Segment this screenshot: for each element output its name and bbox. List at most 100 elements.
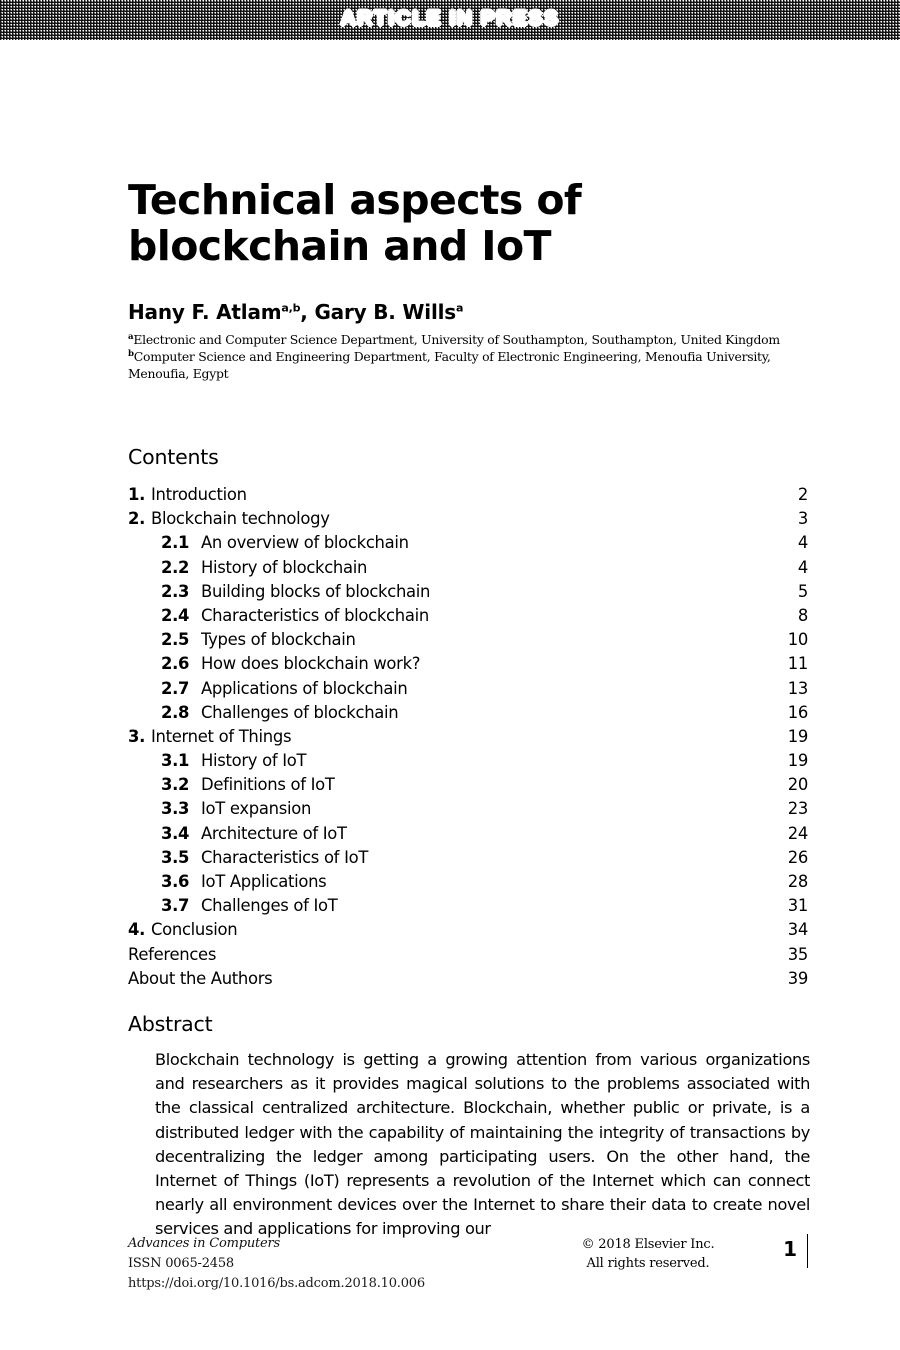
toc-entry[interactable]: 3.6 IoT Applications 28 (128, 872, 808, 896)
rights-line: All rights reserved. (586, 1255, 710, 1271)
author-affiliation-marker-2: a (455, 301, 464, 315)
toc-entry-page: 24 (787, 823, 809, 843)
page-title: Technical aspects of blockchain and IoT (128, 176, 582, 270)
toc-entry-number: 2.7 (161, 678, 190, 698)
toc-entry-page: 13 (787, 678, 809, 698)
affiliation-a: aElectronic and Computer Science Departm… (128, 332, 810, 349)
abstract-heading: Abstract (128, 1012, 213, 1036)
toc-entry-label: Architecture of IoT (201, 823, 347, 843)
toc-entry[interactable]: References 35 (128, 945, 808, 969)
affiliation-text-b: Computer Science and Engineering Departm… (128, 348, 771, 381)
toc-entry[interactable]: 2.5 Types of blockchain 10 (128, 630, 808, 654)
toc-entry-number: 2.8 (161, 702, 190, 722)
toc-entry-number: 2.6 (161, 654, 190, 674)
toc-entry-page: 16 (787, 702, 809, 722)
toc-entry-number: 2.4 (161, 605, 190, 625)
author-line: Hany F. Atlama,b, Gary B. Willsa (128, 300, 808, 324)
toc-entry[interactable]: 2.2 History of blockchain 4 (128, 558, 808, 582)
toc-entry-label: How does blockchain work? (201, 654, 421, 674)
toc-entry[interactable]: 2.1 An overview of blockchain 4 (128, 533, 808, 557)
toc-entry-number: 3.3 (161, 799, 190, 819)
toc-entry[interactable]: 3.7 Challenges of IoT 31 (128, 896, 808, 920)
toc-entry-label: IoT expansion (201, 799, 312, 819)
article-in-press-banner: ARTICLE IN PRESS (0, 0, 900, 40)
toc-entry-page: 4 (797, 557, 808, 577)
toc-entry-label: Definitions of IoT (201, 775, 335, 795)
toc-entry[interactable]: 3.5 Characteristics of IoT 26 (128, 848, 808, 872)
toc-entry[interactable]: 3. Internet of Things 19 (128, 727, 808, 751)
toc-entry[interactable]: 2.8 Challenges of blockchain 16 (128, 703, 808, 727)
affiliation-text-a: Electronic and Computer Science Departme… (133, 332, 780, 347)
toc-entry-number: 3.4 (161, 823, 190, 843)
toc-entry-label: Conclusion (151, 920, 238, 940)
toc-entry-number: 2. (128, 509, 146, 529)
toc-entry-number: 2.3 (161, 581, 190, 601)
toc-entry[interactable]: 3.2 Definitions of IoT 20 (128, 775, 808, 799)
footer-publication-info: Advances in Computers ISSN 0065-2458 htt… (128, 1234, 425, 1293)
toc-entry-page: 8 (797, 605, 808, 625)
toc-entry-page: 34 (787, 920, 809, 940)
article-in-press-label: ARTICLE IN PRESS (340, 7, 560, 30)
toc-entry-label: Challenges of blockchain (201, 702, 399, 722)
copyright-line: © 2018 Elsevier Inc. (581, 1237, 715, 1252)
toc-entry-number: 1. (128, 485, 146, 504)
toc-entry[interactable]: 2.6 How does blockchain work? 11 (128, 654, 808, 678)
toc-entry[interactable]: About the Authors 39 (128, 969, 808, 993)
toc-entry-page: 39 (787, 968, 809, 988)
toc-entry-page: 10 (787, 630, 809, 650)
toc-entry-label: An overview of blockchain (201, 533, 409, 553)
toc-entry-number: 3.1 (161, 751, 190, 771)
author-name-2: Gary B. Wills (314, 300, 456, 324)
toc-entry-page: 28 (787, 872, 809, 891)
toc-entry-page: 31 (787, 896, 809, 916)
author-separator: , (300, 300, 315, 324)
issn-label: ISSN 0065-2458 (128, 1255, 234, 1271)
toc-entry[interactable]: 3.3 IoT expansion 23 (128, 799, 808, 823)
toc-entry-label: Types of blockchain (201, 630, 356, 650)
toc-entry-label: Characteristics of blockchain (201, 605, 429, 625)
toc-entry-number: 2.1 (161, 533, 190, 553)
toc-entry-number: 3.7 (161, 896, 190, 916)
author-affiliation-marker-1: a,b (281, 301, 301, 315)
toc-entry-label: IoT Applications (201, 872, 327, 891)
toc-entry[interactable]: 2. Blockchain technology 3 (128, 509, 808, 533)
toc-entry-page: 2 (797, 485, 808, 504)
toc-entry[interactable]: 2.7 Applications of blockchain 13 (128, 679, 808, 703)
toc-entry-page: 23 (787, 799, 809, 819)
toc-entry-number: 3.5 (161, 847, 190, 867)
toc-entry[interactable]: 3.1 History of IoT 19 (128, 751, 808, 775)
toc-entry-page: 20 (787, 775, 809, 795)
toc-entry-label: History of blockchain (201, 557, 368, 577)
toc-entry-label: History of IoT (201, 751, 307, 771)
journal-title: Advances in Computers (128, 1236, 281, 1251)
toc-entry[interactable]: 3.4 Architecture of IoT 24 (128, 824, 808, 848)
toc-entry-page: 4 (797, 533, 808, 553)
toc-entry-label: Introduction (151, 485, 247, 504)
toc-entry-label: Blockchain technology (151, 509, 330, 529)
toc-entry-label: Building blocks of blockchain (201, 581, 431, 601)
toc-entry-page: 5 (797, 581, 808, 601)
toc-entry[interactable]: 2.4 Characteristics of blockchain 8 (128, 606, 808, 630)
table-of-contents: 1. Introduction 2 2. Blockchain technology 3 2… (128, 485, 808, 993)
toc-entry-page: 19 (787, 751, 809, 771)
affiliation-b: bComputer Science and Engineering Depart… (128, 349, 810, 383)
toc-entry-label: Internet of Things (151, 726, 292, 746)
toc-entry-number: 3. (128, 726, 146, 746)
toc-entry[interactable]: 4. Conclusion 34 (128, 920, 808, 944)
doi-link[interactable]: https://doi.org/10.1016/bs.adcom.2018.10… (128, 1274, 425, 1294)
toc-entry-page: 19 (787, 726, 809, 746)
toc-entry[interactable]: 2.3 Building blocks of blockchain 5 (128, 582, 808, 606)
toc-entry-number: 4. (128, 920, 146, 940)
toc-entry-label: Characteristics of IoT (201, 847, 369, 867)
toc-entry-page: 26 (787, 847, 809, 867)
page-number: 1 (768, 1234, 808, 1268)
page-footer: Advances in Computers ISSN 0065-2458 htt… (128, 1234, 808, 1304)
toc-entry[interactable]: 1. Introduction 2 (128, 485, 808, 509)
author-name-1: Hany F. Atlam (128, 300, 282, 324)
toc-entry-label: References (128, 944, 217, 964)
toc-entry-page: 3 (797, 509, 808, 529)
footer-copyright: © 2018 Elsevier Inc. All rights reserved… (558, 1236, 738, 1274)
abstract-text: Blockchain technology is getting a growi… (155, 1050, 810, 1239)
toc-entry-page: 35 (787, 944, 809, 964)
affiliations-block: aElectronic and Computer Science Departm… (128, 332, 810, 383)
